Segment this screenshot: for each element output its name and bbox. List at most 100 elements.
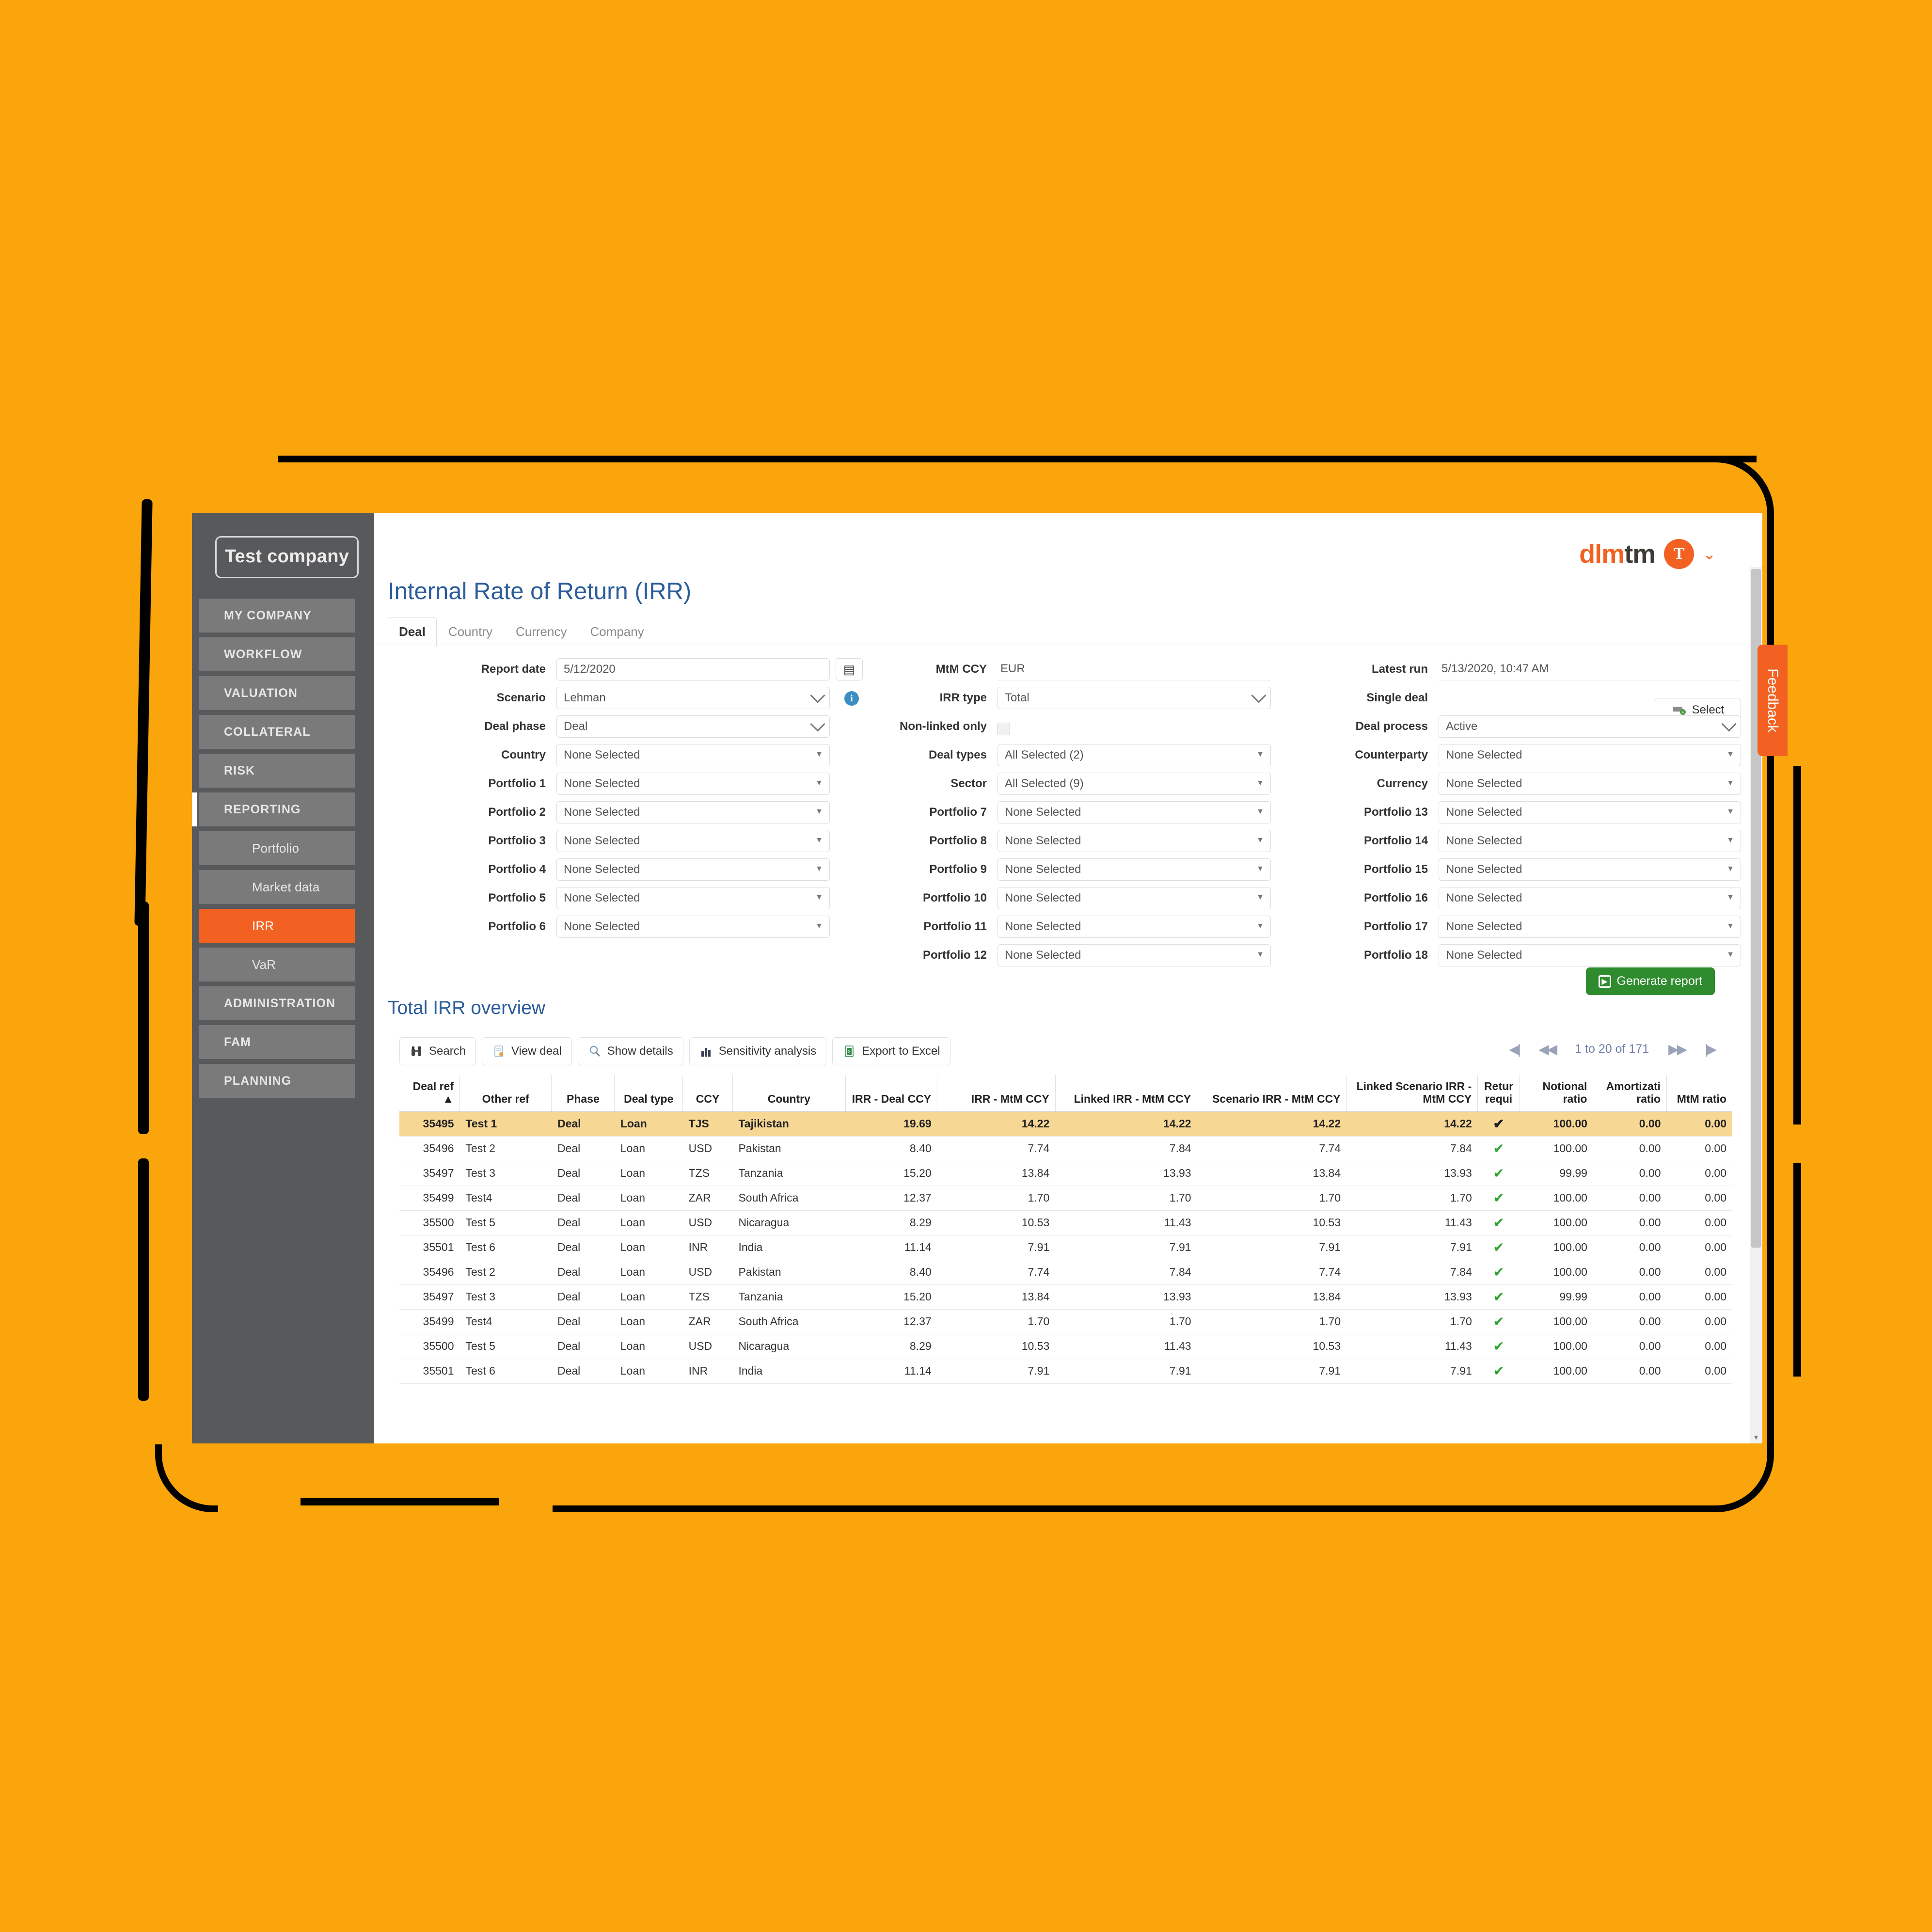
- sensitivity-analysis-button[interactable]: Sensitivity analysis: [689, 1037, 827, 1065]
- tab-country[interactable]: Country: [437, 618, 504, 646]
- column-header[interactable]: Linked IRR - MtM CCY: [1055, 1075, 1197, 1112]
- table-row[interactable]: 35497 Test 3 Deal Loan TZS Tanzania 15.20 13.84…: [399, 1161, 1732, 1186]
- portfolio-13-input[interactable]: None Selected: [1439, 801, 1741, 823]
- tab-currency[interactable]: Currency: [504, 618, 578, 646]
- chevron-down-icon[interactable]: ⌄: [1703, 546, 1716, 562]
- portfolio-17-input[interactable]: None Selected: [1439, 916, 1741, 938]
- sector-input[interactable]: All Selected (9): [998, 773, 1271, 795]
- info-icon[interactable]: i: [844, 691, 859, 706]
- column-header[interactable]: Linked Scenario IRR - MtM CCY: [1346, 1075, 1478, 1112]
- column-header[interactable]: Other ref: [459, 1075, 552, 1112]
- scenario-input[interactable]: Lehman: [556, 687, 830, 709]
- next-page-icon[interactable]: ▶▶: [1668, 1041, 1687, 1057]
- view-deal-button[interactable]: View deal: [482, 1037, 572, 1065]
- portfolio-5-input[interactable]: None Selected: [556, 887, 830, 909]
- table-row[interactable]: 35501 Test 6 Deal Loan INR India 11.14 7.91 7.91…: [399, 1359, 1732, 1384]
- scroll-down-arrow-icon[interactable]: ▼: [1750, 1431, 1762, 1443]
- deal-process-input[interactable]: Active: [1439, 715, 1741, 738]
- company-name-badge[interactable]: Test company: [215, 536, 359, 578]
- portfolio-4-input[interactable]: None Selected: [556, 858, 830, 881]
- deal-phase-input[interactable]: Deal: [556, 715, 830, 738]
- tab-deal[interactable]: Deal: [388, 617, 437, 646]
- previous-page-icon[interactable]: ◀◀: [1538, 1041, 1557, 1057]
- field-label: Portfolio 8: [929, 834, 987, 847]
- non-linked-only-checkbox[interactable]: [998, 722, 1010, 735]
- sidebar-item-workflow[interactable]: WORKFLOW: [199, 637, 355, 671]
- table-row[interactable]: 35495 Test 1 Deal Loan TJS Tajikistan 19.69 14.…: [399, 1111, 1732, 1137]
- sidebar-item-var[interactable]: VaR: [199, 948, 355, 982]
- column-header[interactable]: Phase: [551, 1075, 615, 1112]
- cell-linked_scen: 7.91: [1346, 1359, 1478, 1384]
- table-row[interactable]: 35496 Test 2 Deal Loan USD Pakistan 8.40 7.74 7.…: [399, 1136, 1732, 1161]
- table-row[interactable]: 35499 Test4 Deal Loan ZAR South Africa 12.37 1.…: [399, 1186, 1732, 1211]
- sidebar-item-valuation[interactable]: VALUATION: [199, 676, 355, 710]
- sidebar-item-reporting[interactable]: REPORTING: [192, 792, 355, 826]
- portfolio-10-input[interactable]: None Selected: [998, 887, 1271, 909]
- column-header[interactable]: MtM ratio: [1666, 1075, 1732, 1112]
- portfolio-11-input[interactable]: None Selected: [998, 916, 1271, 938]
- sidebar-item-fam[interactable]: FAM: [199, 1025, 355, 1059]
- column-header[interactable]: CCY: [682, 1075, 733, 1112]
- first-page-icon[interactable]: ◀|: [1509, 1041, 1521, 1057]
- search-button[interactable]: Search: [399, 1037, 476, 1065]
- field-row: Portfolio 4 None Selected ▼: [442, 858, 830, 881]
- calendar-icon[interactable]: ▤: [836, 658, 863, 681]
- sidebar-item-administration[interactable]: ADMINISTRATION: [199, 986, 355, 1020]
- show-details-button[interactable]: Show details: [577, 1037, 683, 1065]
- cell-phase: Deal: [551, 1161, 615, 1186]
- field-row: IRR type Total: [883, 687, 1271, 709]
- counterparty-input[interactable]: None Selected: [1439, 744, 1741, 766]
- deal-types-input[interactable]: All Selected (2): [998, 744, 1271, 766]
- last-page-icon[interactable]: |▶: [1705, 1041, 1717, 1057]
- table-row[interactable]: 35499 Test4 Deal Loan ZAR South Africa 12.37 1.…: [399, 1309, 1732, 1334]
- sidebar-item-risk[interactable]: RISK: [199, 754, 355, 788]
- sidebar-item-irr[interactable]: IRR: [199, 909, 355, 943]
- country-input[interactable]: None Selected: [556, 744, 830, 766]
- column-header[interactable]: IRR - MtM CCY: [937, 1075, 1056, 1112]
- sidebar-item-planning[interactable]: PLANNING: [199, 1064, 355, 1098]
- column-header[interactable]: Country: [732, 1075, 846, 1112]
- avatar[interactable]: T: [1664, 539, 1694, 569]
- column-header[interactable]: Notional ratio: [1519, 1075, 1593, 1112]
- portfolio-9-input[interactable]: None Selected: [998, 858, 1271, 881]
- column-header[interactable]: Retur requi: [1477, 1075, 1520, 1112]
- feedback-tab[interactable]: Feedback: [1758, 645, 1788, 756]
- generate-report-button[interactable]: ▶ Generate report: [1585, 967, 1715, 995]
- column-header[interactable]: IRR - Deal CCY: [845, 1075, 937, 1112]
- sidebar-item-market-data[interactable]: Market data: [199, 870, 355, 904]
- table-row[interactable]: 35500 Test 5 Deal Loan USD Nicaragua 8.29 10.53…: [399, 1334, 1732, 1359]
- tab-company[interactable]: Company: [578, 618, 655, 646]
- sidebar-item-collateral[interactable]: COLLATERAL: [199, 715, 355, 749]
- table-row[interactable]: 35497 Test 3 Deal Loan TZS Tanzania 15.20 13.84…: [399, 1284, 1732, 1310]
- cell-irr_deal: 8.40: [845, 1260, 937, 1285]
- portfolio-8-input[interactable]: None Selected: [998, 830, 1271, 852]
- cell-ccy: ZAR: [682, 1186, 733, 1211]
- portfolio-15-input[interactable]: None Selected: [1439, 858, 1741, 881]
- latest-run-value: 5/13/2020, 10:47 AM: [1439, 658, 1741, 681]
- portfolio-2-input[interactable]: None Selected: [556, 801, 830, 823]
- portfolio-18-input[interactable]: None Selected: [1439, 944, 1741, 966]
- field-control: None Selected ▼: [556, 773, 830, 795]
- export-to-excel-button[interactable]: X Export to Excel: [832, 1037, 950, 1065]
- sidebar-item-my-company[interactable]: MY COMPANY: [199, 599, 355, 633]
- portfolio-12-input[interactable]: None Selected: [998, 944, 1271, 966]
- portfolio-14-input[interactable]: None Selected: [1439, 830, 1741, 852]
- portfolio-16-input[interactable]: None Selected: [1439, 887, 1741, 909]
- column-header[interactable]: Amortizati ratio: [1593, 1075, 1667, 1112]
- column-header[interactable]: Scenario IRR - MtM CCY: [1197, 1075, 1347, 1112]
- portfolio-3-input[interactable]: None Selected: [556, 830, 830, 852]
- currency-input[interactable]: None Selected: [1439, 773, 1741, 795]
- portfolio-6-input[interactable]: None Selected: [556, 916, 830, 938]
- irr-type-input[interactable]: Total: [998, 687, 1271, 709]
- table-row[interactable]: 35500 Test 5 Deal Loan USD Nicaragua 8.29 10.53…: [399, 1210, 1732, 1235]
- sidebar-item-portfolio[interactable]: Portfolio: [199, 831, 355, 865]
- report-date-input[interactable]: 5/12/2020: [556, 658, 830, 681]
- column-header[interactable]: Deal ref ▲: [399, 1075, 460, 1112]
- table-row[interactable]: 35496 Test 2 Deal Loan USD Pakistan 8.40 7.74 7.…: [399, 1260, 1732, 1285]
- cell-deal_type: Loan: [614, 1111, 683, 1137]
- excel-icon: X: [842, 1045, 856, 1058]
- column-header[interactable]: Deal type: [614, 1075, 683, 1112]
- table-row[interactable]: 35501 Test 6 Deal Loan INR India 11.14 7.91 7.91…: [399, 1235, 1732, 1260]
- portfolio-1-input[interactable]: None Selected: [556, 773, 830, 795]
- portfolio-7-input[interactable]: None Selected: [998, 801, 1271, 823]
